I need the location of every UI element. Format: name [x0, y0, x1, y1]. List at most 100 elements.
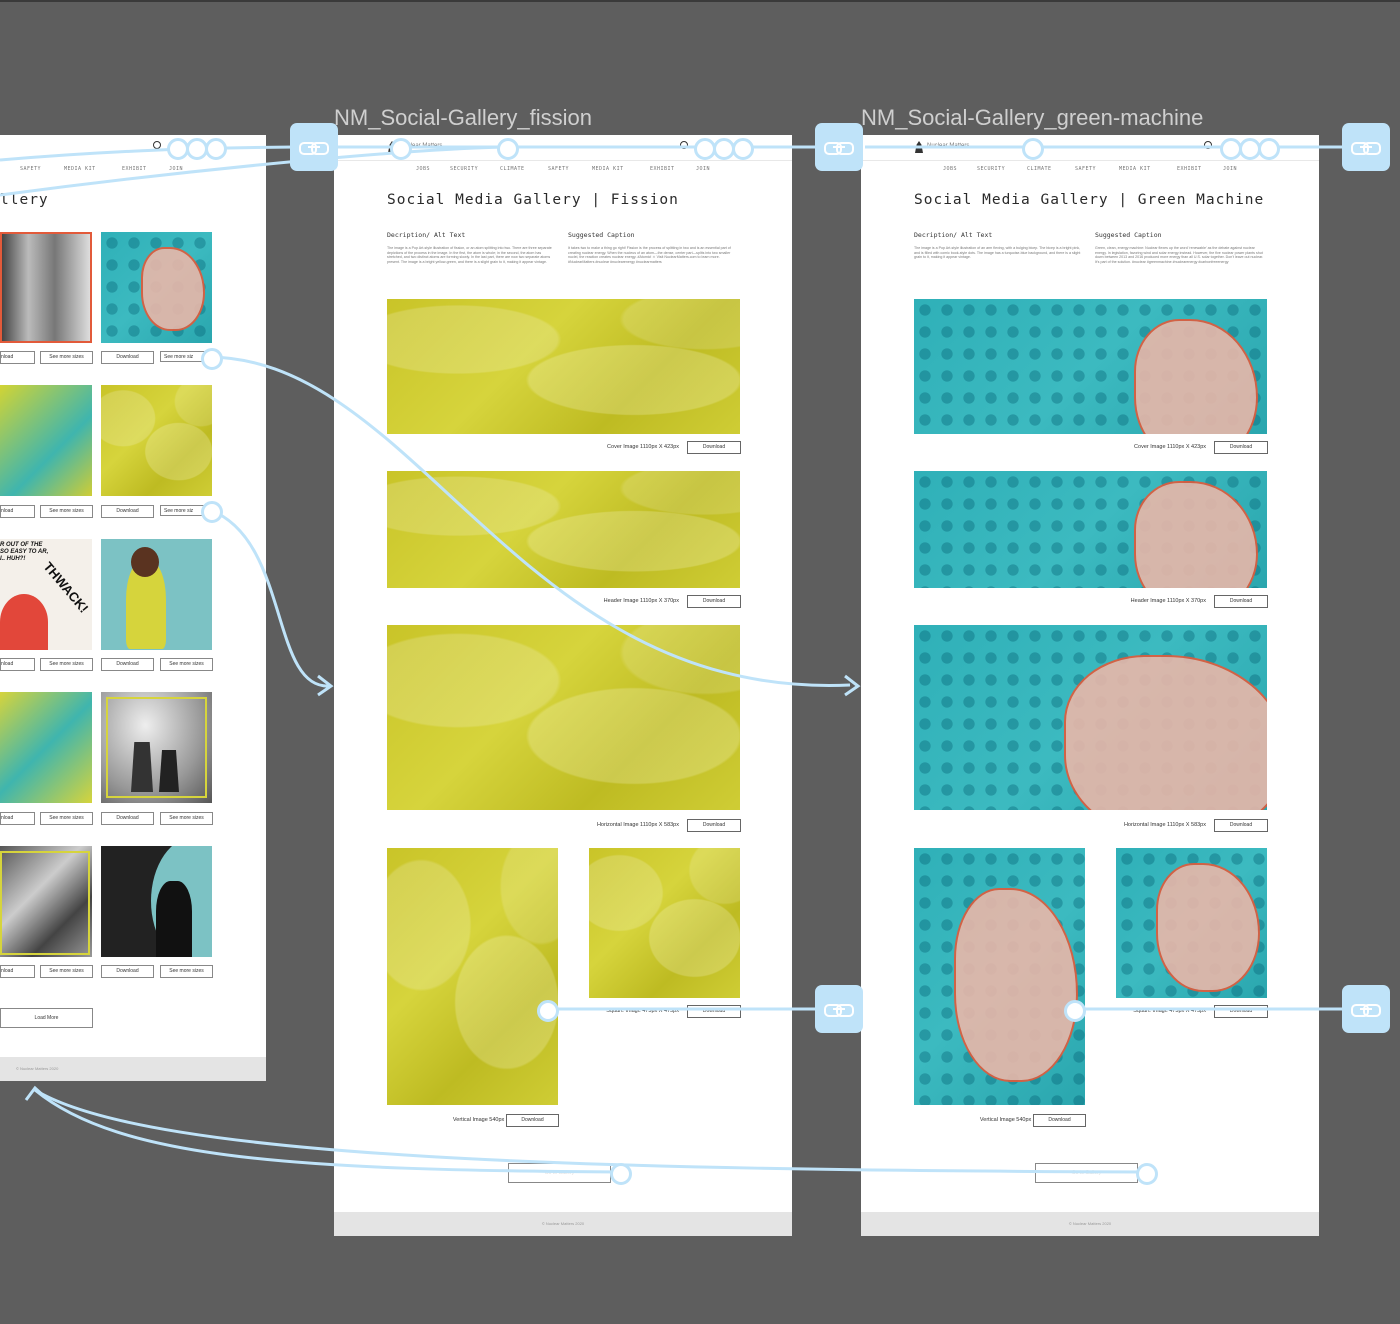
nav-exhibit[interactable]: EXHIBIT	[122, 166, 147, 172]
footer: © Nuclear Matters 2020	[861, 1212, 1319, 1236]
arm-illustration	[1134, 481, 1258, 588]
link-icon[interactable]	[1342, 123, 1390, 171]
frame-title-fission[interactable]: NM_Social-Gallery_fission	[334, 105, 592, 131]
arm-illustration	[1134, 319, 1258, 434]
caption-text: It takes two to make a thing go right! F…	[568, 246, 731, 264]
site-logo-text[interactable]: Nuclear Matters	[927, 143, 969, 149]
connection-ring[interactable]	[1064, 1000, 1086, 1022]
page-title: Social Media Gallery | Green Machine	[914, 192, 1265, 208]
search-icon[interactable]	[153, 141, 161, 149]
connection-ring[interactable]	[205, 138, 227, 160]
download-button[interactable]: Download	[101, 658, 154, 671]
see-more-sizes-button[interactable]: See more sizes	[40, 505, 93, 518]
download-button[interactable]: Download	[101, 351, 154, 364]
link-icon[interactable]	[1342, 985, 1390, 1033]
thumb-comic-king[interactable]: R OUT OF THE SO EASY TO AR, I.. HUH?! TH…	[0, 539, 92, 650]
link-icon[interactable]	[815, 985, 863, 1033]
connection-ring[interactable]	[1022, 138, 1044, 160]
connection-ring[interactable]	[201, 501, 223, 523]
header-image-caption: Header Image 1110px X 370px	[1130, 598, 1206, 604]
nuclear-matters-logo-icon[interactable]	[915, 141, 923, 153]
download-header-button[interactable]: Download	[687, 595, 741, 608]
nav-security[interactable]: SECURITY	[450, 166, 478, 172]
see-more-sizes-button[interactable]: See more sizes	[40, 812, 93, 825]
connection-ring[interactable]	[497, 138, 519, 160]
download-button[interactable]: nload	[0, 505, 35, 518]
download-square-button[interactable]: Download	[687, 1005, 741, 1018]
download-button[interactable]: Download	[101, 965, 154, 978]
connection-ring[interactable]	[537, 1000, 559, 1022]
download-button[interactable]: nload	[0, 812, 35, 825]
download-cover-button[interactable]: Download	[687, 441, 741, 454]
nav-security[interactable]: SECURITY	[977, 166, 1005, 172]
gallery-title-fragment: llery	[0, 192, 49, 208]
download-vertical-button[interactable]: Download	[506, 1114, 559, 1127]
search-icon[interactable]	[680, 141, 688, 149]
nav-media-kit[interactable]: MEDIA KIT	[1119, 166, 1151, 172]
nav-join[interactable]: JOIN	[1223, 166, 1237, 172]
thumb-fission[interactable]	[101, 385, 212, 496]
gallery-frame[interactable]: SAFETY MEDIA KIT EXHIBIT JOIN llery nloa…	[0, 135, 266, 1081]
connection-ring[interactable]	[732, 138, 754, 160]
go-to-gallery-button[interactable]: Go to Gallery	[1035, 1163, 1138, 1183]
see-more-sizes-button[interactable]: See more sizes	[40, 658, 93, 671]
download-button[interactable]: Download	[101, 505, 154, 518]
nav-exhibit[interactable]: EXHIBIT	[1177, 166, 1202, 172]
horizontal-image-caption: Horizontal Image 1110px X 583px	[1123, 822, 1206, 828]
download-horizontal-button[interactable]: Download	[687, 819, 741, 832]
connection-ring[interactable]	[1136, 1163, 1158, 1185]
download-vertical-button[interactable]: Download	[1033, 1114, 1086, 1127]
frame-title-green-machine[interactable]: NM_Social-Gallery_green-machine	[861, 105, 1203, 131]
fission-frame[interactable]: Nuclear Matters JOBS SECURITY CLIMATE SA…	[334, 135, 792, 1236]
download-button[interactable]: Download	[101, 812, 154, 825]
see-more-sizes-button[interactable]: See more sizes	[160, 965, 213, 978]
thumb-machinery[interactable]	[0, 232, 92, 343]
see-more-sizes-button[interactable]: See more sizes	[160, 658, 213, 671]
nav-safety[interactable]: SAFETY	[1075, 166, 1096, 172]
thumb-workers[interactable]	[0, 846, 92, 957]
see-more-sizes-button[interactable]: See more sizes	[160, 812, 213, 825]
caption-heading: Suggested Caption	[568, 231, 635, 239]
description-text: The image is a Pop Art-style illustratio…	[387, 246, 552, 264]
thumb-liberty[interactable]	[0, 385, 92, 496]
nav-safety[interactable]: SAFETY	[20, 166, 41, 172]
connection-ring[interactable]	[1258, 138, 1280, 160]
thumb-green-machine[interactable]	[101, 232, 212, 343]
link-icon[interactable]	[815, 123, 863, 171]
nav-join[interactable]: JOIN	[696, 166, 710, 172]
caption-text: Green, clean, energy machine: Nuclear fl…	[1095, 246, 1264, 264]
nav-exhibit[interactable]: EXHIBIT	[650, 166, 675, 172]
thumb-silhouette[interactable]	[101, 846, 212, 957]
go-to-gallery-button[interactable]: Go to Gallery	[508, 1163, 611, 1183]
download-button[interactable]: nload	[0, 965, 35, 978]
horizontal-image-caption: Horizontal Image 1110px X 583px	[596, 822, 679, 828]
load-more-button[interactable]: Load More	[0, 1008, 93, 1028]
nav-climate[interactable]: CLIMATE	[1027, 166, 1052, 172]
arrowhead-green	[844, 674, 861, 697]
connection-ring[interactable]	[610, 1163, 632, 1185]
connection-ring[interactable]	[390, 138, 412, 160]
nav-safety[interactable]: SAFETY	[548, 166, 569, 172]
green-machine-frame[interactable]: Nuclear Matters JOBS SECURITY CLIMATE SA…	[861, 135, 1319, 1236]
thumb-cooling-towers[interactable]	[101, 692, 212, 803]
connection-ring[interactable]	[201, 348, 223, 370]
nav-jobs[interactable]: JOBS	[416, 166, 430, 172]
download-cover-button[interactable]: Download	[1214, 441, 1268, 454]
see-more-sizes-button[interactable]: See more sizes	[40, 351, 93, 364]
see-more-sizes-button[interactable]: See more sizes	[40, 965, 93, 978]
download-square-button[interactable]: Download	[1214, 1005, 1268, 1018]
nav-media-kit[interactable]: MEDIA KIT	[64, 166, 96, 172]
search-icon[interactable]	[1204, 141, 1212, 149]
download-button[interactable]: nload	[0, 658, 35, 671]
nav-climate[interactable]: CLIMATE	[500, 166, 525, 172]
link-icon[interactable]	[290, 123, 338, 171]
download-horizontal-button[interactable]: Download	[1214, 819, 1268, 832]
square-image-caption: Square Image 475px X 475px	[1133, 1008, 1206, 1014]
download-header-button[interactable]: Download	[1214, 595, 1268, 608]
nav-jobs[interactable]: JOBS	[943, 166, 957, 172]
thumb-shoe[interactable]	[0, 692, 92, 803]
thumb-superhero[interactable]	[101, 539, 212, 650]
download-button[interactable]: nload	[0, 351, 35, 364]
nav-join[interactable]: JOIN	[169, 166, 183, 172]
nav-media-kit[interactable]: MEDIA KIT	[592, 166, 624, 172]
